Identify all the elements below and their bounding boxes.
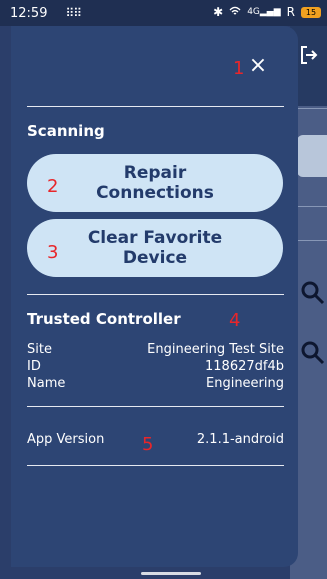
logout-icon[interactable] [298, 44, 320, 66]
carrier-badge: R [286, 5, 295, 19]
id-label: ID [27, 359, 41, 374]
site-value: Engineering Test Site [147, 342, 284, 357]
repair-connections-button[interactable]: Repair Connections [27, 154, 283, 212]
repair-connections-label: Repair Connections [96, 163, 214, 203]
home-indicator[interactable] [141, 572, 201, 575]
id-row: ID 118627df4b [27, 359, 284, 374]
annotation-marker: 2 [47, 176, 59, 197]
annotation-marker: 4 [229, 310, 241, 331]
id-value: 118627df4b [205, 359, 284, 374]
status-time: 12:59 [10, 5, 48, 21]
notification-grid-icon: ⠿⠿ [65, 6, 82, 20]
name-label: Name [27, 376, 66, 391]
battery-icon: 15 [301, 6, 321, 18]
trusted-controller-title: Trusted Controller [27, 310, 181, 328]
clear-favorite-device-button[interactable]: Clear Favorite Device [27, 219, 283, 277]
name-value: Engineering [206, 376, 284, 391]
name-row: Name Engineering [27, 376, 284, 391]
site-label: Site [27, 342, 52, 357]
background-card [297, 135, 327, 177]
signal-text: 4G [247, 7, 260, 17]
divider [27, 294, 284, 295]
site-row: Site Engineering Test Site [27, 342, 284, 357]
app-version-row: App Version 2.1.1-android [27, 432, 284, 447]
annotation-marker: 3 [47, 242, 59, 263]
side-drawer: 1 × Scanning Repair Connections 2 Clear … [11, 26, 298, 567]
divider [27, 106, 284, 107]
bluetooth-icon: ✱ [213, 5, 224, 19]
divider [27, 406, 284, 407]
close-button[interactable]: × [248, 55, 268, 77]
wifi-icon [229, 5, 241, 19]
search-icon[interactable] [300, 280, 326, 306]
clear-favorite-device-label: Clear Favorite Device [87, 228, 223, 268]
status-bar: 12:59 ⠿⠿ ✱ 4G▂▄▆ R 15 [0, 0, 327, 26]
status-right: ✱ 4G▂▄▆ R 15 [213, 5, 321, 19]
scanning-title: Scanning [27, 122, 105, 140]
annotation-marker: 1 [233, 58, 245, 79]
signal-icon: 4G▂▄▆ [247, 7, 281, 17]
app-version-value: 2.1.1-android [196, 432, 284, 447]
annotation-marker: 5 [142, 434, 154, 455]
search-icon[interactable] [300, 340, 326, 366]
app-version-label: App Version [27, 432, 105, 447]
divider [27, 465, 284, 466]
